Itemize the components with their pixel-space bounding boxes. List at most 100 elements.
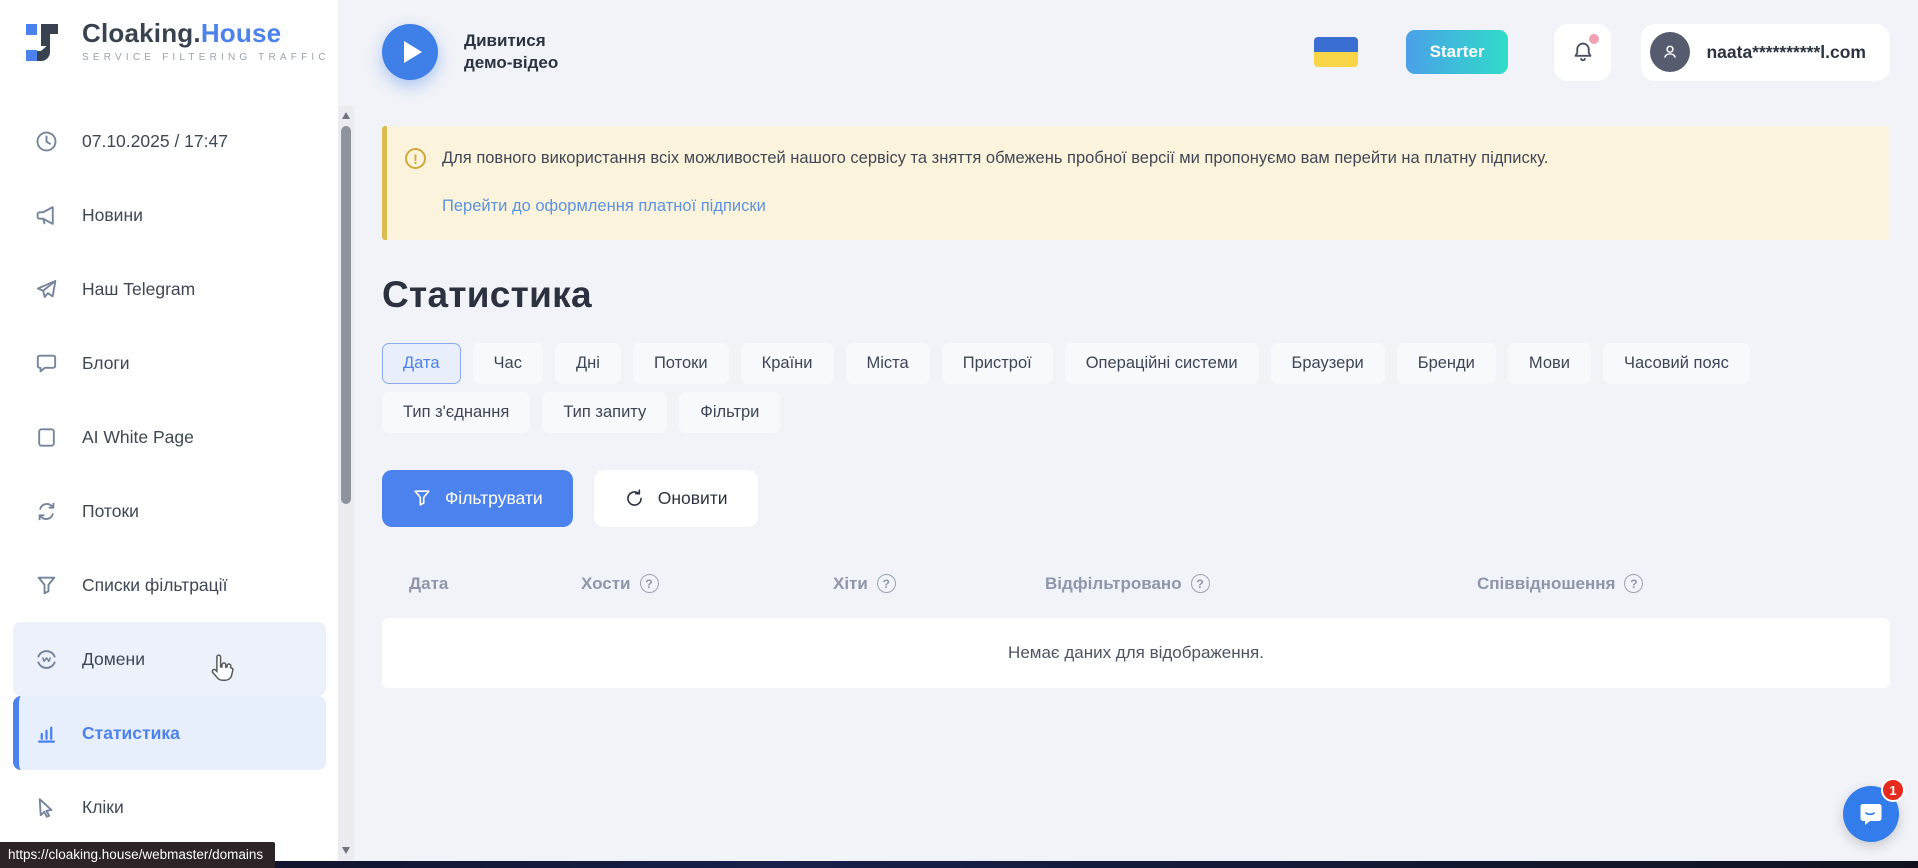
banner-message: Для повного використання всіх можливосте… (442, 147, 1548, 171)
content: ! Для повного використання всіх можливос… (354, 126, 1918, 688)
sidebar-item-datetime[interactable]: 07.10.2025 / 17:47 (13, 104, 326, 178)
page-icon (35, 426, 58, 449)
sidebar-item-domains[interactable]: Домени (13, 622, 326, 696)
tab-request-type[interactable]: Тип запиту (542, 392, 667, 433)
sidebar-item-statistics[interactable]: Статистика (13, 696, 326, 770)
sidebar-item-label: Блоги (82, 353, 130, 374)
empty-state-card: Немає даних для відображення. (382, 618, 1890, 688)
chat-bubble-icon (35, 352, 58, 375)
demo-video-label: Дивитися демо-відео (464, 30, 558, 74)
page-title: Статистика (382, 274, 1890, 316)
filter-tabs-row-1: Дата Час Дні Потоки Країни Міста Пристро… (382, 343, 1890, 384)
demo-video-button[interactable]: Дивитися демо-відео (382, 24, 558, 80)
top-header: Дивитися демо-відео Starter (354, 0, 1918, 104)
tab-browsers[interactable]: Браузери (1271, 343, 1385, 384)
help-icon[interactable]: ? (1624, 574, 1643, 593)
column-hits: Хіти ? (833, 574, 1045, 594)
filter-funnel-icon (412, 488, 432, 508)
refresh-icon (624, 488, 645, 509)
user-email: naata**********l.com (1706, 42, 1866, 63)
brand-tagline: SERVICE FILTERING TRAFFIC (82, 52, 330, 63)
sidebar-nav: 07.10.2025 / 17:47 Новини Наш Telegram Б… (0, 104, 338, 844)
sidebar-item-blogs[interactable]: Блоги (13, 326, 326, 400)
sidebar-item-label: Новини (82, 205, 143, 226)
table-header: Дата Хости ? Хіти ? Відфільтровано ? Спі… (382, 574, 1890, 594)
main-area: Дивитися демо-відео Starter (354, 0, 1918, 868)
avatar (1650, 32, 1690, 72)
tab-connection-type[interactable]: Тип з'єднання (382, 392, 530, 433)
tab-streams[interactable]: Потоки (633, 343, 729, 384)
tab-operating-systems[interactable]: Операційні системи (1065, 343, 1259, 384)
scroll-down-icon[interactable] (342, 847, 350, 854)
sidebar-scrollbar[interactable] (338, 106, 354, 860)
sidebar-item-label: Домени (82, 649, 145, 670)
bar-chart-icon (35, 722, 58, 745)
column-ratio: Співвідношення ? (1477, 574, 1890, 594)
notification-dot (1589, 34, 1599, 44)
header-right-cluster: Starter naata**********l.com (1314, 24, 1890, 81)
paper-plane-icon (35, 278, 58, 301)
ukraine-flag-icon[interactable] (1314, 37, 1358, 67)
clock-icon (35, 130, 58, 153)
status-bar-url: https://cloaking.house/webmaster/domains (0, 842, 275, 868)
tab-timezone[interactable]: Часовий пояс (1603, 343, 1750, 384)
chat-messenger-icon (1856, 799, 1886, 829)
help-icon[interactable]: ? (1191, 574, 1210, 593)
webmaster-globe-icon (35, 648, 58, 671)
sidebar-item-label: Наш Telegram (82, 279, 195, 300)
notifications-button[interactable] (1554, 24, 1611, 81)
tab-brands[interactable]: Бренди (1397, 343, 1496, 384)
cursor-icon (35, 796, 58, 819)
scrollbar-thumb[interactable] (341, 126, 351, 504)
sidebar-item-label: Списки фільтрації (82, 575, 227, 596)
tab-cities[interactable]: Міста (846, 343, 930, 384)
warning-icon: ! (405, 148, 426, 169)
megaphone-icon (35, 204, 58, 227)
refresh-button[interactable]: Оновити (594, 470, 758, 527)
scroll-up-icon[interactable] (342, 112, 350, 119)
sidebar-item-telegram[interactable]: Наш Telegram (13, 252, 326, 326)
sidebar-item-ai-white-page[interactable]: AI White Page (13, 400, 326, 474)
empty-state-message: Немає даних для відображення. (1008, 643, 1264, 663)
subscription-link[interactable]: Перейти до оформлення платної підписки (442, 197, 766, 216)
logo-text: Cloaking.House SERVICE FILTERING TRAFFIC (82, 18, 330, 63)
logo[interactable]: Cloaking.House SERVICE FILTERING TRAFFIC (0, 0, 338, 63)
sidebar-item-label: AI White Page (82, 427, 194, 448)
brand-name-dark: Cloaking. (82, 18, 201, 48)
funnel-icon (35, 574, 58, 597)
sidebar-item-clicks[interactable]: Кліки (13, 770, 326, 844)
help-icon[interactable]: ? (640, 574, 659, 593)
user-account-button[interactable]: naata**********l.com (1641, 24, 1890, 81)
person-icon (1659, 41, 1681, 63)
chat-unread-badge: 1 (1881, 778, 1905, 802)
logo-icon (24, 19, 70, 63)
plan-button[interactable]: Starter (1406, 30, 1509, 74)
tab-devices[interactable]: Пристрої (942, 343, 1053, 384)
sidebar-item-news[interactable]: Новини (13, 178, 326, 252)
sidebar: Cloaking.House SERVICE FILTERING TRAFFIC… (0, 0, 338, 868)
play-icon[interactable] (382, 24, 438, 80)
trial-warning-banner: ! Для повного використання всіх можливос… (382, 126, 1890, 240)
sidebar-item-streams[interactable]: Потоки (13, 474, 326, 548)
tab-days[interactable]: Дні (555, 343, 621, 384)
tab-filters[interactable]: Фільтри (679, 392, 780, 433)
column-filtered: Відфільтровано ? (1045, 574, 1477, 594)
help-icon[interactable]: ? (877, 574, 896, 593)
action-buttons: Фільтрувати Оновити (382, 470, 1890, 527)
tab-countries[interactable]: Країни (741, 343, 834, 384)
sidebar-item-filter-lists[interactable]: Списки фільтрації (13, 548, 326, 622)
tab-languages[interactable]: Мови (1508, 343, 1591, 384)
sidebar-item-label: Потоки (82, 501, 139, 522)
sidebar-item-label: 07.10.2025 / 17:47 (82, 131, 228, 152)
column-hosts: Хости ? (581, 574, 833, 594)
filter-button[interactable]: Фільтрувати (382, 470, 573, 527)
sidebar-item-label: Кліки (82, 797, 124, 818)
filter-tabs-row-2: Тип з'єднання Тип запиту Фільтри (382, 392, 1890, 433)
sync-icon (35, 500, 58, 523)
sidebar-item-label: Статистика (82, 723, 180, 744)
bottom-edge-strip (0, 861, 1918, 868)
tab-time[interactable]: Час (473, 343, 543, 384)
column-date: Дата (409, 574, 581, 594)
tab-data[interactable]: Дата (382, 343, 461, 384)
brand-name-accent: House (201, 18, 281, 48)
